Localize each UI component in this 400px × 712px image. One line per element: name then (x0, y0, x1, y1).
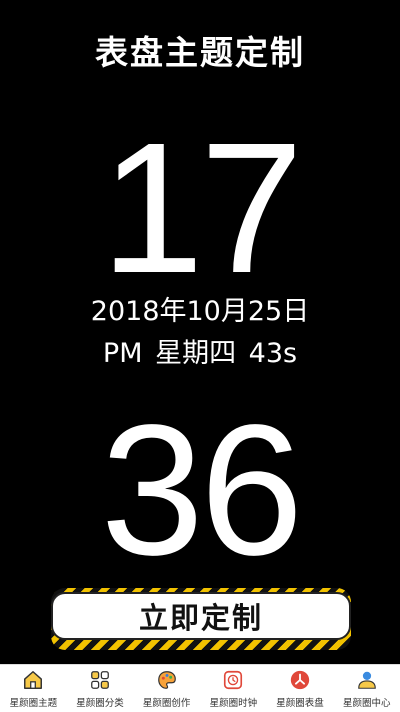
palette-icon (157, 671, 176, 689)
dial-icon (290, 670, 310, 690)
tab-label: 星颜圈时钟 (209, 698, 258, 709)
grid-icon (91, 671, 109, 689)
tab-label: 星颜圈创作 (142, 698, 191, 709)
tab-category[interactable]: 星颜圈分类 (67, 665, 134, 712)
customize-button-frame: 立即定制 (51, 588, 351, 650)
home-icon (24, 671, 43, 689)
tab-dial[interactable]: 星颜圈表盘 (267, 665, 334, 712)
bottom-tab-bar: 星颜圈主题 星颜圈分类 星颜圈创作 星颜圈时钟 星颜圈表盘 星颜圈中心 (0, 664, 400, 712)
clock-icon (224, 670, 243, 690)
customize-now-button[interactable]: 立即定制 (51, 592, 351, 640)
tab-center[interactable]: 星颜圈中心 (333, 665, 400, 712)
tab-label: 星颜圈中心 (342, 698, 391, 709)
clock-minute: 36 (100, 387, 304, 594)
tab-clock[interactable]: 星颜圈时钟 (200, 665, 267, 712)
clock-date: 2018年10月25日 (90, 296, 310, 327)
tab-create[interactable]: 星颜圈创作 (133, 665, 200, 712)
tab-label: 星颜圈主题 (9, 698, 58, 709)
tab-label: 星颜圈表盘 (276, 698, 324, 709)
page-title: 表盘主题定制 (95, 33, 305, 72)
tab-theme[interactable]: 星颜圈主题 (0, 665, 67, 712)
user-icon (357, 671, 376, 689)
clock-weekday-seconds: PM 星期四 43s (102, 338, 298, 369)
clock-hour: 17 (100, 105, 304, 312)
tab-label: 星颜圈分类 (76, 698, 124, 709)
